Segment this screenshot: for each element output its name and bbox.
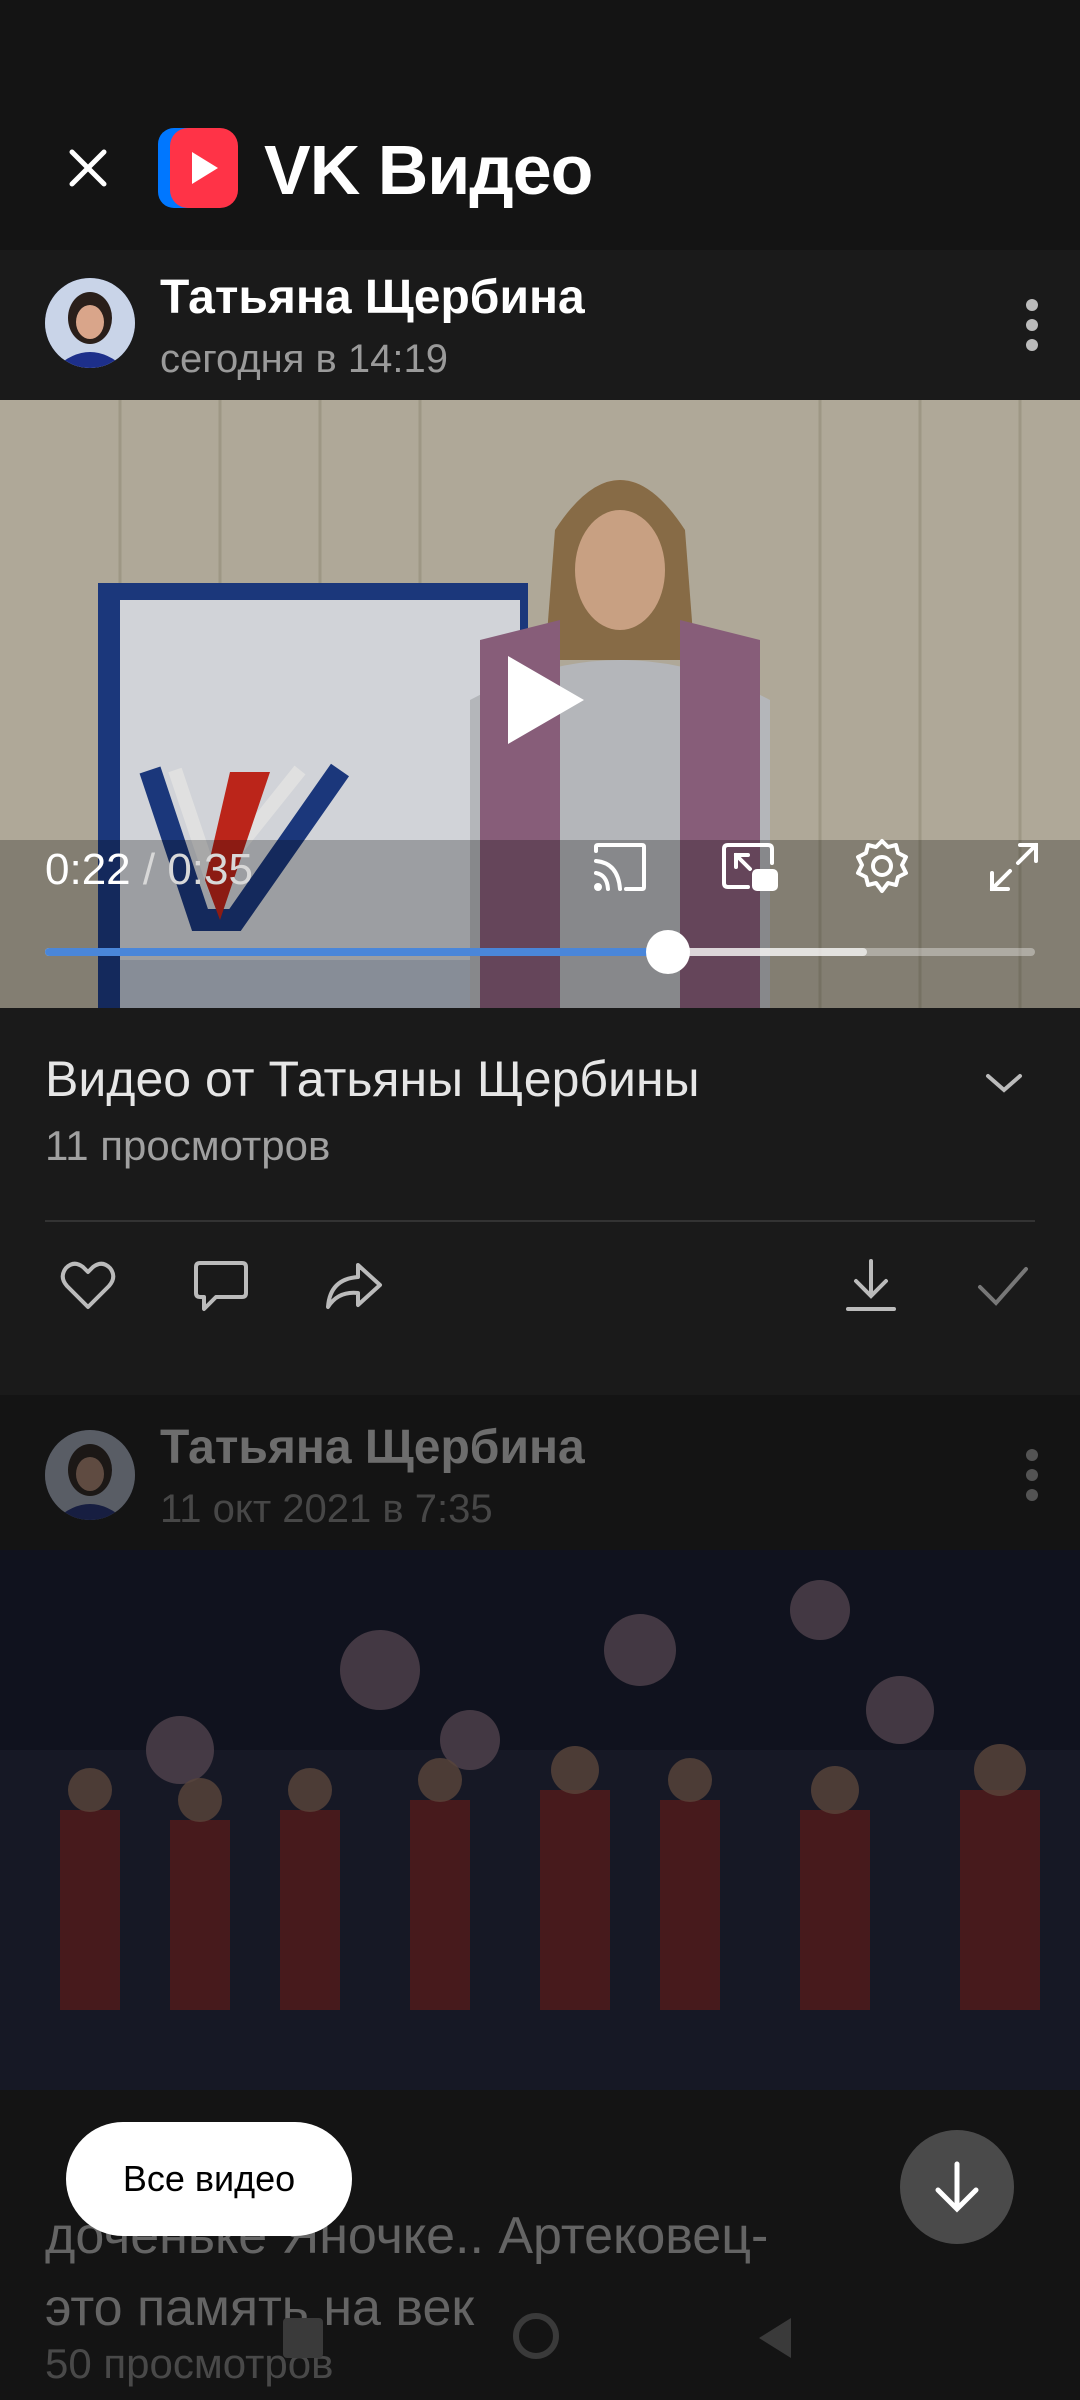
post-date: сегодня в 14:19 (160, 337, 448, 381)
fullscreen-icon[interactable] (982, 835, 1046, 899)
system-navigation-bar (0, 2280, 1080, 2400)
duration: 0:35 (167, 845, 253, 894)
vk-video-logo (158, 128, 238, 208)
progress-played (45, 948, 668, 956)
more-options-icon[interactable] (1022, 1445, 1042, 1505)
author-name[interactable]: Татьяна Щербина (160, 270, 585, 325)
like-heart-icon[interactable] (57, 1255, 119, 1317)
chevron-down-icon[interactable] (980, 1060, 1028, 1108)
avatar[interactable] (45, 278, 135, 368)
video-title: Видео от Татьяны Щербины (45, 1051, 700, 1107)
view-count: 11 просмотров (45, 1122, 331, 1169)
divider (45, 1220, 1035, 1222)
comment-icon[interactable] (190, 1255, 252, 1317)
author-name[interactable]: Татьяна Щербина (160, 1420, 585, 1475)
settings-gear-icon[interactable] (850, 835, 914, 899)
close-icon[interactable] (60, 140, 116, 196)
progress-scrubber[interactable] (645, 930, 690, 974)
app-title: VK Видео (264, 131, 593, 209)
top-bar (0, 0, 1080, 250)
share-icon[interactable] (322, 1255, 384, 1317)
back-icon[interactable] (755, 2316, 795, 2365)
scroll-down-button[interactable] (900, 2130, 1014, 2244)
download-icon[interactable] (840, 1255, 902, 1317)
video-info: Видео от Татьяны Щербины 11 просмотров (45, 1050, 700, 1170)
avatar[interactable] (45, 1430, 135, 1520)
more-options-icon[interactable] (1022, 295, 1042, 355)
play-icon[interactable] (500, 650, 590, 750)
current-time: 0:22 (45, 845, 131, 894)
all-videos-button[interactable]: Все видео (66, 2122, 352, 2236)
recent-apps-icon[interactable] (283, 2318, 323, 2358)
video-thumbnail[interactable] (0, 1550, 1080, 2090)
playback-time: 0:22 / 0:35 (45, 845, 253, 895)
post-date: 11 окт 2021 в 7:35 (160, 1487, 493, 1531)
cast-icon[interactable] (588, 835, 652, 899)
picture-in-picture-icon[interactable] (718, 835, 782, 899)
checkmark-icon[interactable] (972, 1255, 1034, 1317)
home-icon[interactable] (513, 2313, 559, 2359)
time-separator: / (130, 845, 168, 894)
